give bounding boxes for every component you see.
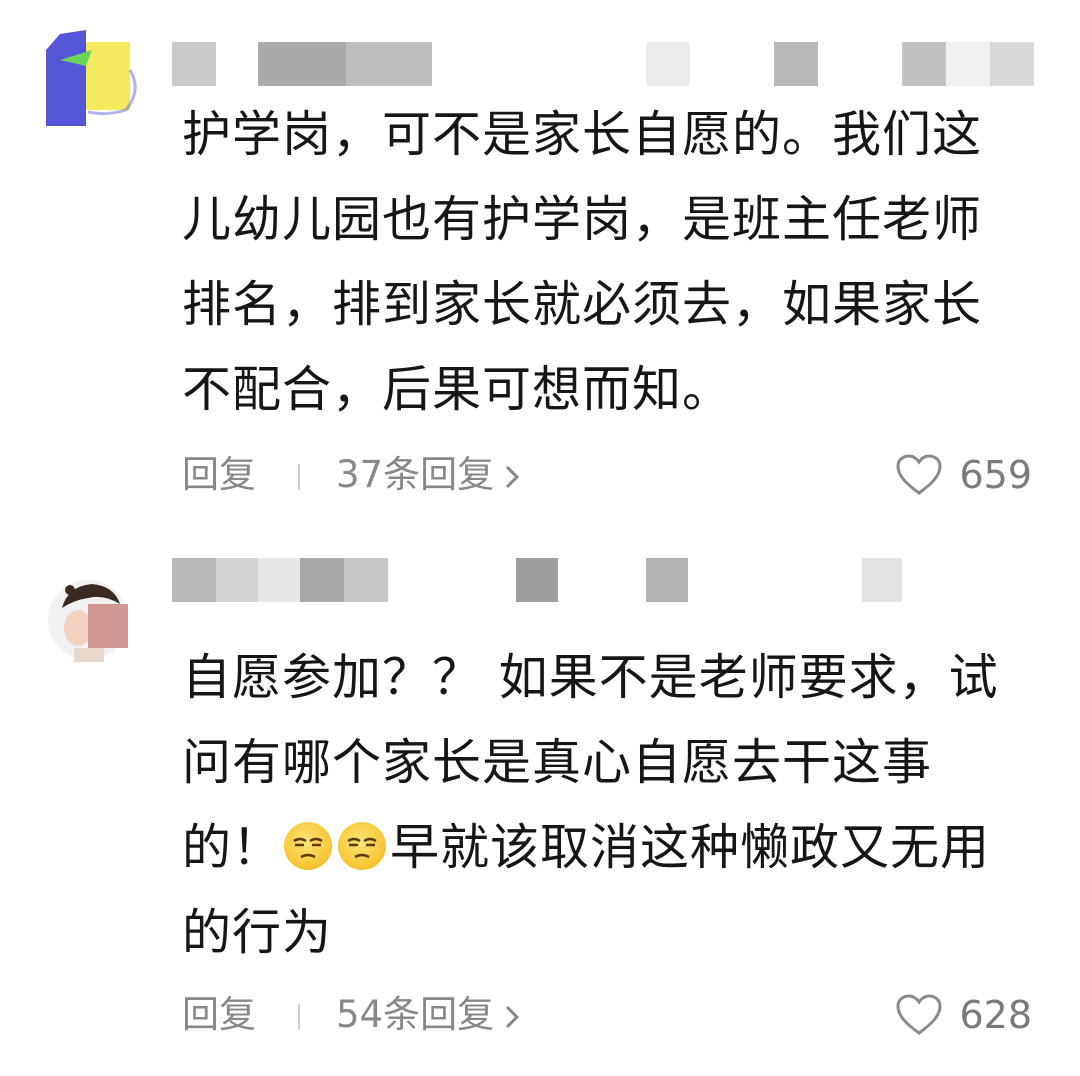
divider (298, 464, 300, 490)
like-button[interactable]: 659 (895, 450, 1032, 500)
chevron-right-icon (506, 1005, 520, 1028)
replies-count-label: 37条回复 (336, 453, 495, 496)
comment-text: 护学岗，可不是家长自愿的。我们这儿幼儿园也有护学岗，是班主任老师排名，排到家长就… (182, 106, 983, 418)
heart-outline-icon (896, 994, 942, 1035)
like-count: 628 (959, 993, 1032, 1037)
comment-actions: 回复 54条回复 628 (182, 990, 1032, 1040)
avatar[interactable] (46, 30, 142, 128)
comment-item: 自愿参加？？ 如果不是老师要求，试问有哪个家长是真心自愿去干这事的！ 早就该取消这… (0, 540, 1080, 1076)
replies-count-label: 54条回复 (336, 993, 495, 1036)
view-replies-link[interactable]: 37条回复 (336, 450, 520, 500)
reply-button[interactable]: 回复 (182, 990, 256, 1040)
view-replies-link[interactable]: 54条回复 (336, 990, 520, 1040)
chevron-right-icon (506, 465, 520, 488)
like-count: 659 (959, 453, 1032, 497)
smirk-emoji-icon (338, 822, 387, 870)
username-masked[interactable] (172, 42, 1042, 86)
like-button[interactable]: 628 (895, 990, 1032, 1040)
comment-text: 自愿参加？？ 如果不是老师要求，试问有哪个家长是真心自愿去干这事的！ 早就该取消这… (182, 635, 1022, 975)
username-masked[interactable] (172, 558, 1042, 602)
smirk-emoji-icon (284, 822, 333, 870)
comment-actions: 回复 37条回复 659 (182, 450, 1032, 500)
avatar[interactable] (48, 568, 132, 664)
reply-button[interactable]: 回复 (182, 450, 256, 500)
heart-outline-icon (896, 454, 942, 495)
comment-item: 护学岗，可不是家长自愿的。我们这儿幼儿园也有护学岗，是班主任老师排名，排到家长就… (0, 0, 1080, 530)
divider (298, 1004, 300, 1030)
